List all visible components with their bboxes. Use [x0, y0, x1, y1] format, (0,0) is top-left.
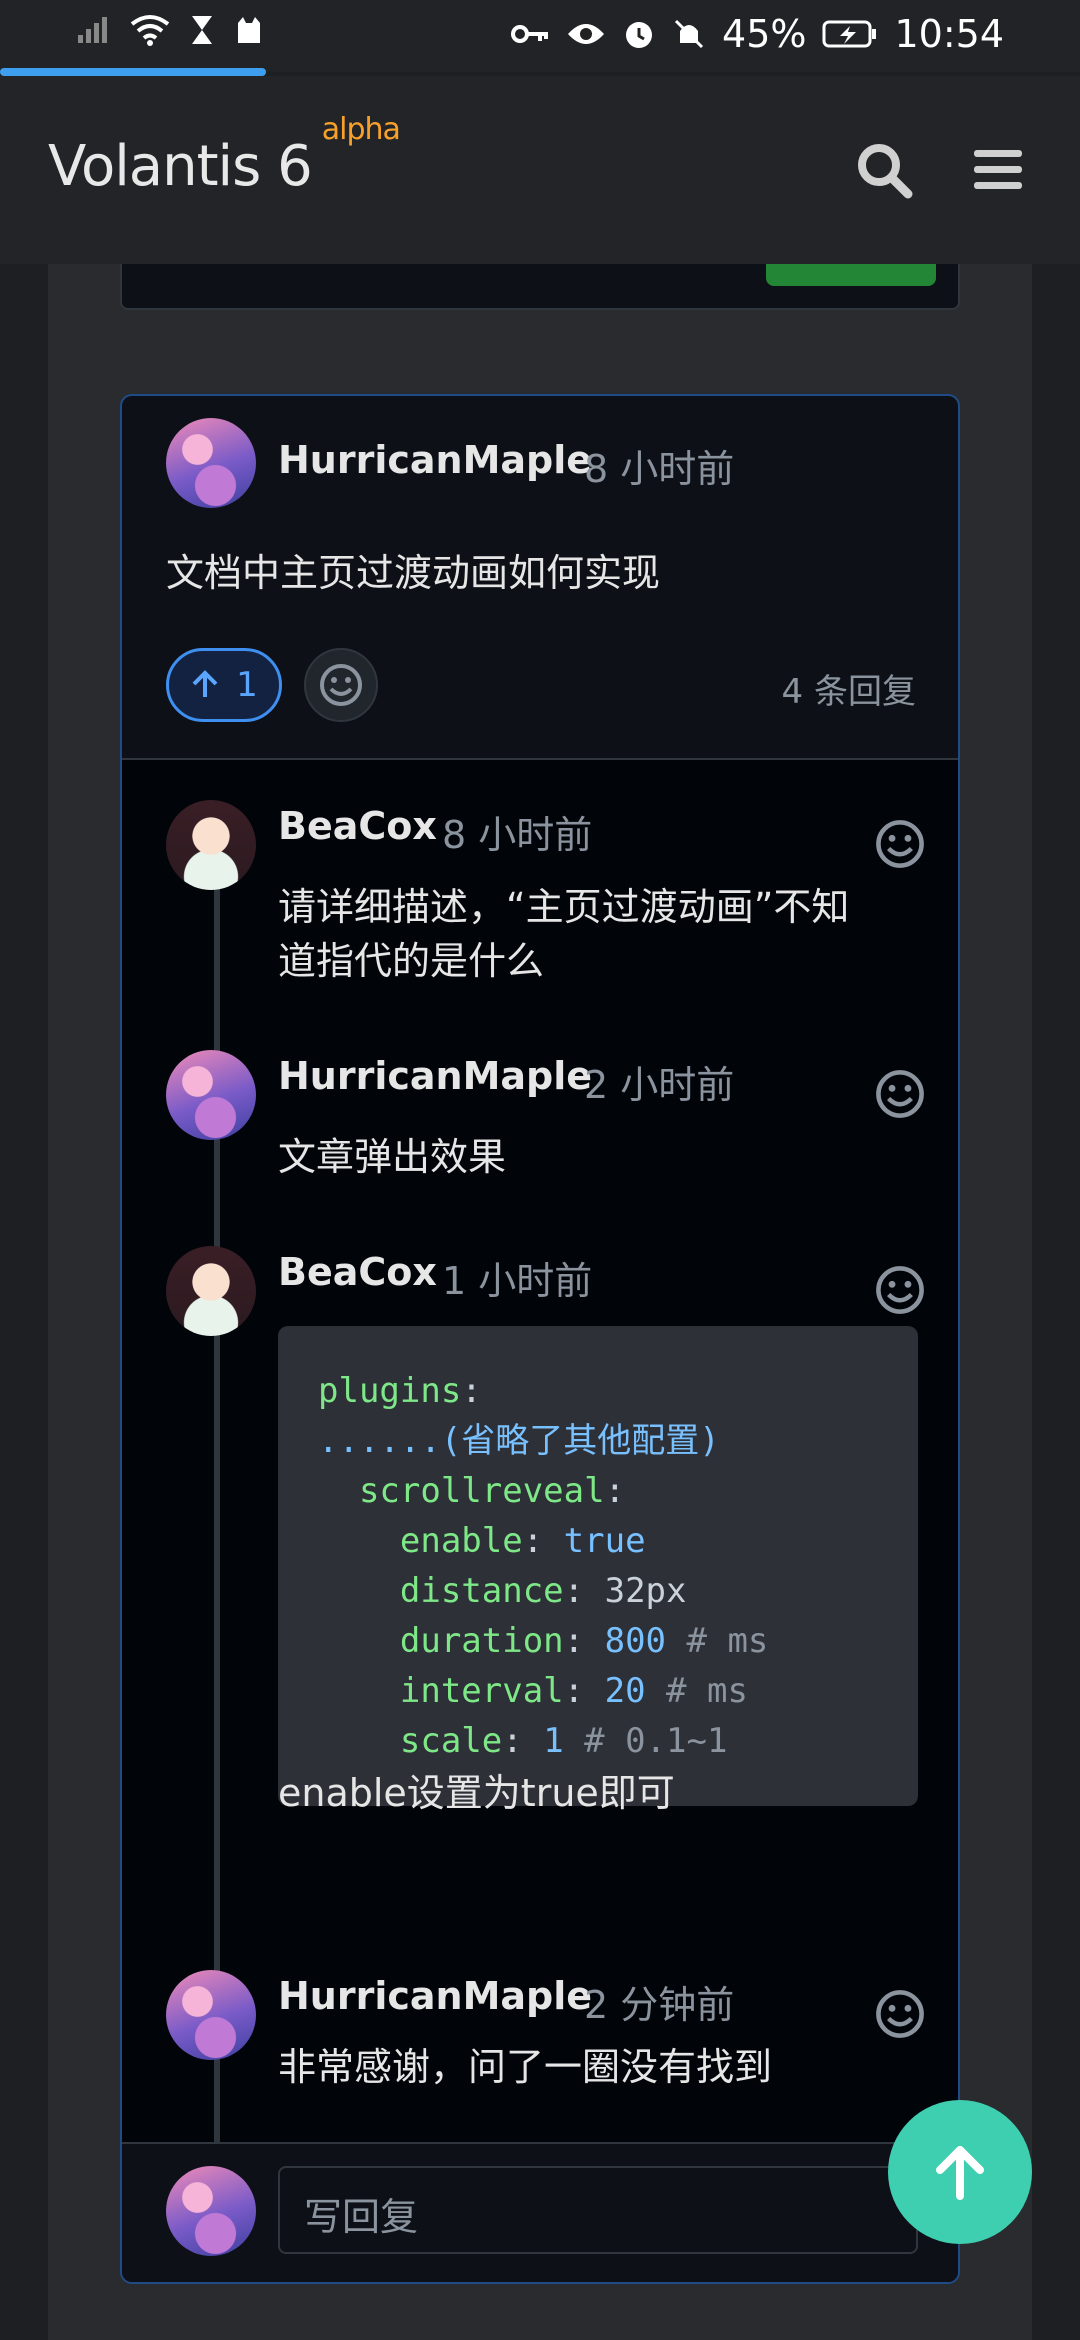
topic-time[interactable]: 8 小时前	[584, 438, 734, 493]
topic-header: HurricanMaple 8 小时前 文档中主页过渡动画如何实现 1 4 条回…	[122, 396, 958, 760]
code-comment: # 0.1~1	[584, 1721, 728, 1761]
reply-text: enable设置为true即可	[278, 1771, 675, 1815]
mute-icon	[674, 19, 704, 49]
code-value: 800	[604, 1621, 667, 1661]
reply-text: 非常感谢，问了一圈没有找到	[278, 2045, 773, 2089]
brand-title: Volantis 6	[48, 134, 313, 199]
avatar[interactable]	[166, 800, 256, 890]
avatar[interactable]	[166, 1246, 256, 1336]
reply-author[interactable]: HurricanMaple	[278, 1974, 592, 2018]
clock: 10:54	[894, 12, 1004, 56]
add-reaction-button[interactable]	[304, 648, 378, 722]
reply-author[interactable]: HurricanMaple	[278, 1054, 592, 1098]
alarm-icon	[626, 22, 653, 48]
discussion-card: HurricanMaple 8 小时前 文档中主页过渡动画如何实现 1 4 条回…	[120, 394, 960, 2284]
code-comment: # ms	[666, 1671, 748, 1711]
wifi-icon	[130, 15, 170, 46]
arrow-up-icon	[192, 670, 218, 697]
thread-line	[214, 850, 220, 2150]
code-block: plugins: ......(省略了其他配置) scrollreveal: e…	[278, 1326, 918, 1806]
key-icon	[511, 25, 549, 43]
brand-badge: alpha	[321, 112, 401, 148]
reply-text: 请详细描述，“主页过渡动画”不知 道指代的是什么	[278, 880, 849, 988]
smiley-icon	[876, 1266, 924, 1314]
reading-progress-bar	[0, 68, 266, 76]
upvote-button[interactable]: 1	[166, 648, 282, 722]
reply-thread: BeaCox 8 小时前 请详细描述，“主页过渡动画”不知 道指代的是什么 Hu…	[122, 760, 958, 2150]
cat-icon	[238, 17, 260, 43]
reply-composer: 写回复	[122, 2142, 958, 2282]
reply-text-line: 道指代的是什么	[278, 939, 545, 983]
reply-text: 文章弹出效果	[278, 1135, 507, 1179]
code-value: 20	[604, 1671, 646, 1711]
arrow-up-icon	[936, 2146, 984, 2200]
reaction-button[interactable]	[872, 1986, 928, 2042]
reply-input[interactable]: 写回复	[278, 2166, 918, 2254]
reaction-button[interactable]	[872, 1262, 928, 1318]
reply-time[interactable]: 2 分钟前	[584, 1974, 734, 2029]
reply-text-line: 请详细描述，“主页过渡动画”不知	[278, 885, 850, 929]
code-key: interval	[399, 1671, 564, 1711]
hourglass-icon	[192, 16, 212, 44]
signal-icon	[78, 17, 107, 43]
search-button[interactable]	[848, 134, 920, 206]
smiley-icon	[876, 820, 924, 868]
avatar[interactable]	[166, 1050, 256, 1140]
back-to-top-button[interactable]	[888, 2100, 1032, 2244]
reply-time[interactable]: 2 小时前	[584, 1054, 734, 1109]
topic-title: 文档中主页过渡动画如何实现	[166, 551, 661, 595]
battery-icon	[822, 20, 877, 48]
reaction-button[interactable]	[872, 1066, 928, 1122]
reply-time[interactable]: 1 小时前	[442, 1250, 592, 1305]
app-header: Volantis 6alpha	[0, 76, 1080, 264]
code-value: true	[563, 1521, 646, 1561]
code-key: duration	[399, 1621, 564, 1661]
code-value: 1	[543, 1721, 564, 1761]
status-left-icons	[76, 14, 264, 46]
battery-percent: 45%	[722, 12, 807, 56]
previous-card-button[interactable]	[766, 264, 936, 286]
smiley-icon	[320, 664, 362, 706]
code-value: 32px	[604, 1571, 687, 1611]
avatar[interactable]	[166, 1970, 256, 2060]
smiley-icon	[876, 1070, 924, 1118]
code-comment-line: ......(省略了其他配置)	[318, 1421, 720, 1461]
reply-author[interactable]: BeaCox	[278, 1250, 437, 1294]
reaction-button[interactable]	[872, 816, 928, 872]
upvote-count: 1	[236, 665, 258, 705]
reply-time[interactable]: 8 小时前	[442, 804, 592, 859]
code-comment: # ms	[686, 1621, 769, 1661]
menu-button[interactable]	[962, 134, 1034, 206]
code-key: scale	[399, 1721, 503, 1761]
status-bar: 45% 10:54	[0, 0, 1080, 72]
code-key: scrollreveal	[358, 1471, 605, 1511]
menu-icon	[974, 150, 1022, 189]
code-key: distance	[399, 1571, 564, 1611]
status-right-icons: 45% 10:54	[510, 12, 1004, 56]
previous-card	[120, 264, 960, 310]
avatar[interactable]	[166, 418, 256, 508]
avatar	[166, 2166, 256, 2256]
code-key: plugins	[318, 1371, 462, 1411]
code-key: enable	[399, 1521, 523, 1561]
eye-icon	[568, 24, 605, 44]
reply-count: 4 条回复	[781, 672, 916, 712]
search-icon	[858, 144, 913, 199]
site-logo[interactable]: Volantis 6alpha	[48, 112, 401, 199]
smiley-icon	[876, 1990, 924, 2038]
reply-author[interactable]: BeaCox	[278, 804, 437, 848]
topic-author[interactable]: HurricanMaple	[278, 438, 592, 482]
